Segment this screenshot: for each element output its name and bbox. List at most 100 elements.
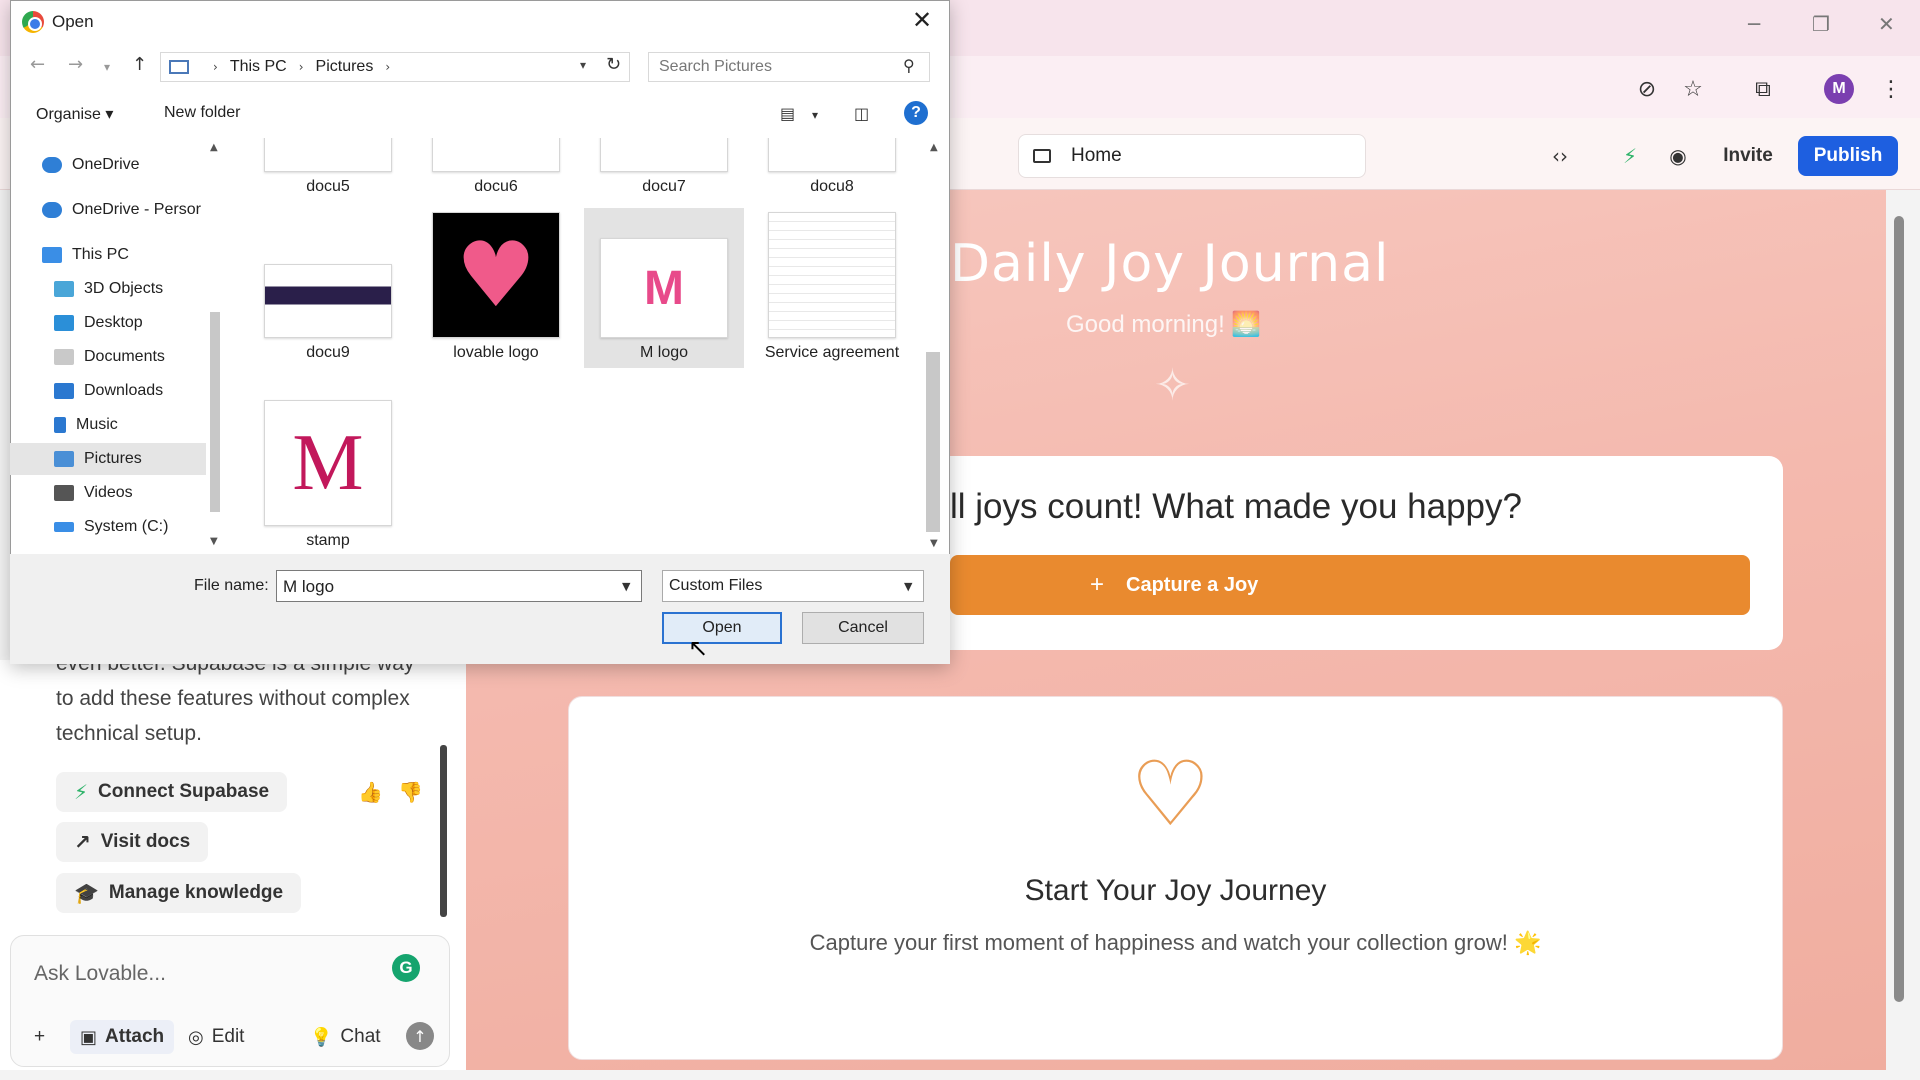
tree-item-downloads[interactable]: Downloads [54, 376, 163, 406]
open-button[interactable]: Open [662, 612, 782, 644]
visit-docs-button[interactable]: ↗ Visit docs [56, 822, 209, 862]
file-item[interactable]: docu5 [248, 138, 408, 196]
visit-docs-label: Visit docs [100, 831, 191, 852]
chevron-down-icon[interactable]: ▼ [622, 580, 630, 593]
lightning-icon[interactable]: ⚡ [1614, 140, 1646, 172]
download-icon [54, 383, 74, 399]
file-type-select[interactable]: Custom Files [662, 570, 924, 602]
browser-menu-icon[interactable]: ⋮ [1876, 74, 1906, 104]
file-name-input[interactable]: M logo [276, 570, 642, 602]
preview-scroll-thumb[interactable] [1894, 216, 1904, 1002]
manage-knowledge-button[interactable]: 🎓 Manage knowledge [56, 873, 302, 913]
address-bar[interactable]: › This PC › Pictures › [160, 52, 630, 82]
chat-mode-button[interactable]: 💡 Chat [310, 1020, 381, 1054]
dialog-titlebar[interactable] [10, 0, 950, 44]
up-arrow-icon[interactable]: ↑ [132, 54, 147, 75]
file-item[interactable]: docu8 [752, 138, 912, 196]
tree-item-this-pc[interactable]: This PC [42, 240, 129, 270]
thumbs-down-icon[interactable]: 👎 [398, 780, 423, 804]
file-item[interactable]: Service agreement [752, 212, 912, 362]
connect-supabase-button[interactable]: ⚡ Connect Supabase [56, 772, 288, 812]
add-icon[interactable]: + [34, 1020, 45, 1054]
music-note-icon [54, 417, 66, 433]
file-item[interactable]: docu9 [248, 212, 408, 362]
grammarly-icon[interactable]: G [392, 954, 420, 982]
github-icon[interactable]: ◉ [1662, 140, 1694, 172]
route-selector[interactable]: Home [1018, 134, 1366, 178]
scroll-down-icon[interactable]: ▼ [930, 538, 938, 549]
search-input[interactable]: Search Pictures [648, 52, 930, 82]
edit-label: Edit [211, 1026, 245, 1047]
computer-icon [42, 247, 62, 263]
file-item[interactable]: docu6 [416, 138, 576, 196]
close-window-button[interactable]: ✕ [1878, 12, 1895, 36]
attach-button[interactable]: ▣ Attach [70, 1020, 175, 1054]
chevron-down-icon[interactable]: ▾ [580, 58, 586, 72]
tree-item-label: This PC [72, 246, 129, 263]
extensions-icon[interactable]: ⧉ [1748, 74, 1778, 104]
tree-item-onedrive-personal[interactable]: OneDrive - Persor [42, 195, 201, 225]
bookmark-star-icon[interactable]: ☆ [1678, 74, 1708, 104]
attach-label: Attach [105, 1026, 165, 1047]
file-name: Service agreement [764, 344, 900, 361]
heart-icon: ♡ [1130, 742, 1211, 847]
chevron-right-icon: › [298, 60, 304, 74]
invite-button[interactable]: Invite [1706, 136, 1790, 176]
restore-button[interactable]: ❐ [1812, 12, 1830, 36]
edit-button[interactable]: ◎ Edit [188, 1020, 244, 1054]
forward-arrow-icon[interactable]: → [68, 54, 83, 75]
tree-item-onedrive[interactable]: OneDrive [42, 150, 140, 180]
cancel-button[interactable]: Cancel [802, 612, 924, 644]
refresh-icon[interactable]: ↻ [606, 54, 621, 75]
recent-locations-icon[interactable]: ▾ [104, 60, 110, 74]
document-icon [54, 349, 74, 365]
view-options-icon[interactable]: ▤ [780, 104, 795, 123]
file-name: stamp [306, 532, 350, 549]
thumbs-up-icon[interactable]: 👍 [358, 780, 383, 804]
file-list-scroll-thumb[interactable] [926, 352, 940, 532]
tree-item-label: Pictures [84, 450, 142, 467]
minimize-button[interactable]: ─ [1748, 12, 1760, 36]
scroll-up-icon[interactable]: ▲ [930, 142, 938, 153]
file-item[interactable]: ♥ lovable logo [416, 212, 576, 362]
cube-icon [54, 281, 74, 297]
code-view-icon[interactable]: ‹› [1544, 140, 1576, 172]
tree-item-3d-objects[interactable]: 3D Objects [54, 274, 163, 304]
capture-joy-button[interactable]: + Capture a Joy [950, 555, 1750, 615]
publish-button[interactable]: Publish [1798, 136, 1898, 176]
help-icon[interactable]: ? [904, 101, 928, 125]
tree-item-system-c[interactable]: System (C:) [54, 512, 168, 542]
chevron-down-icon[interactable]: ▾ [812, 108, 818, 122]
tree-item-label: Downloads [84, 382, 164, 399]
tree-item-pictures[interactable]: Pictures [10, 443, 206, 475]
file-item[interactable]: docu7 [584, 138, 744, 196]
new-folder-button[interactable]: New folder [164, 104, 240, 122]
tracking-protection-icon[interactable]: ⊘ [1632, 74, 1662, 104]
tree-item-desktop[interactable]: Desktop [54, 308, 143, 338]
graduation-cap-icon: 🎓 [74, 881, 99, 905]
dialog-close-icon[interactable]: ✕ [912, 6, 932, 34]
file-thumbnail [768, 138, 896, 172]
breadcrumb-pictures[interactable]: Pictures [316, 58, 374, 76]
tree-item-music[interactable]: Music [54, 410, 118, 440]
scroll-down-icon[interactable]: ▼ [210, 536, 218, 547]
preview-pane-icon[interactable]: ◫ [854, 104, 869, 123]
lightning-icon: ⚡ [74, 780, 89, 804]
chevron-down-icon[interactable]: ▼ [904, 580, 912, 593]
tree-item-documents[interactable]: Documents [54, 342, 165, 372]
file-name: M logo [639, 344, 689, 361]
file-item[interactable]: M stamp [248, 400, 408, 550]
profile-avatar[interactable]: M [1824, 74, 1854, 104]
tree-item-videos[interactable]: Videos [54, 478, 133, 508]
file-item-selected[interactable]: M M logo [584, 208, 744, 368]
back-arrow-icon[interactable]: ← [30, 54, 45, 75]
manage-knowledge-label: Manage knowledge [108, 882, 284, 903]
chat-scrollbar[interactable] [440, 745, 447, 917]
tree-item-label: Music [76, 416, 118, 433]
breadcrumb-this-pc[interactable]: This PC [230, 58, 287, 76]
scroll-up-icon[interactable]: ▲ [210, 142, 218, 153]
chevron-right-icon: › [213, 60, 218, 74]
organise-menu[interactable]: Organise ▾ [36, 104, 113, 124]
send-button[interactable]: ↑ [406, 1022, 434, 1050]
navigation-scroll-thumb[interactable] [210, 312, 220, 512]
